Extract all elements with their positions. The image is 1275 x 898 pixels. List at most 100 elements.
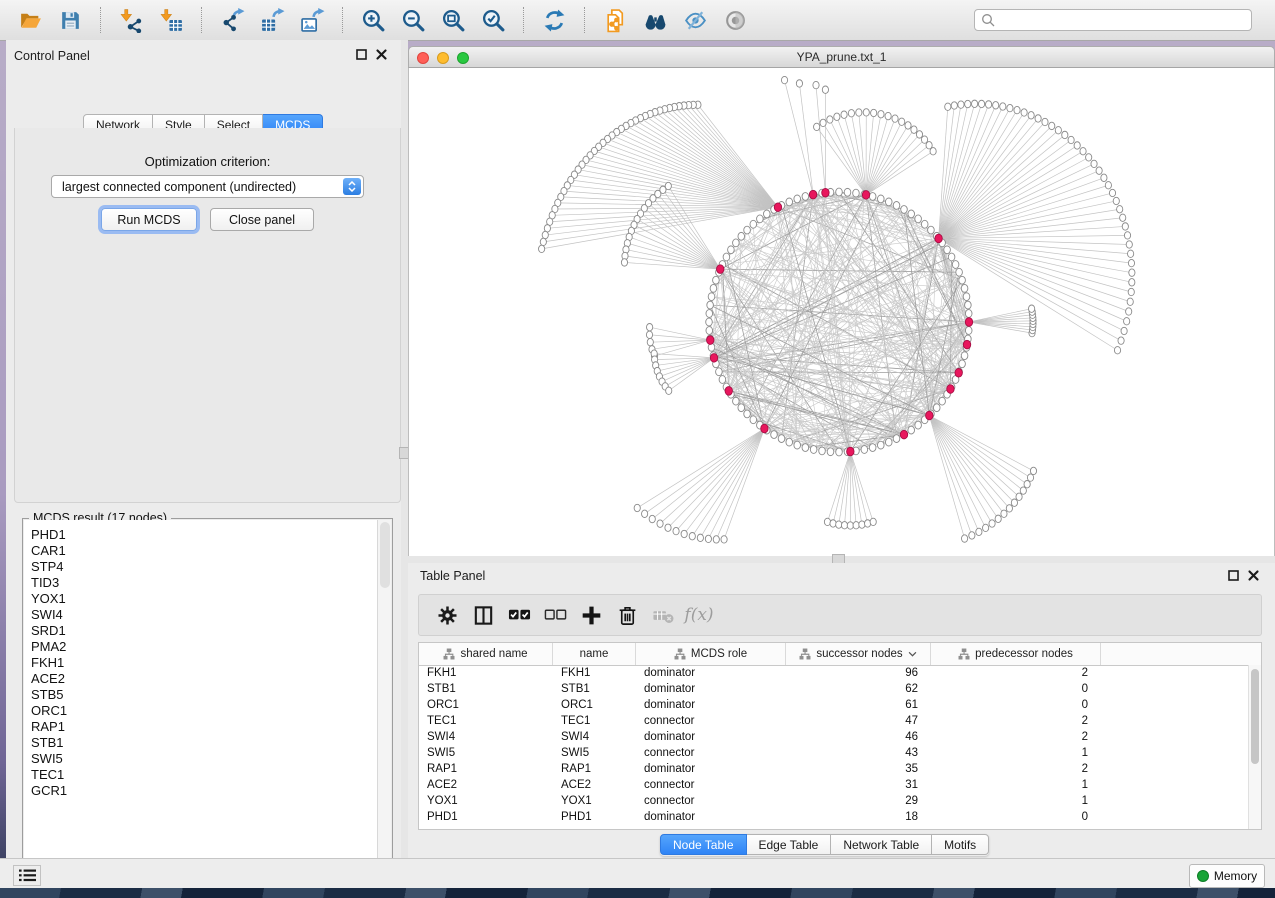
leaf-node[interactable] [1124, 318, 1130, 325]
dominator-node[interactable] [761, 424, 768, 433]
dominator-node[interactable] [774, 203, 781, 212]
leaf-node[interactable] [1086, 154, 1092, 161]
zoom-fit-button[interactable] [436, 4, 470, 36]
leaf-node[interactable] [689, 532, 695, 539]
leaf-node[interactable] [945, 103, 951, 110]
find-button[interactable] [638, 4, 672, 36]
network-node[interactable] [965, 310, 972, 318]
optimization-criterion-select[interactable]: largest connected component (undirected) [51, 175, 364, 198]
close-panel-icon[interactable] [376, 49, 387, 60]
select-all-button[interactable] [501, 598, 537, 632]
hide-graphics-details-button[interactable] [678, 4, 712, 36]
table-row[interactable]: STB1STB1dominator620 [419, 681, 1249, 697]
leaf-node[interactable] [1006, 505, 1012, 512]
show-graphics-details-button[interactable] [718, 4, 752, 36]
add-button[interactable] [573, 598, 609, 632]
mcds-result-item[interactable]: STB5 [31, 687, 377, 703]
network-node[interactable] [733, 239, 740, 247]
dominator-node[interactable] [965, 318, 972, 327]
leaf-node[interactable] [911, 126, 917, 133]
open-file-button[interactable] [13, 4, 47, 36]
network-node[interactable] [836, 448, 843, 456]
leaf-node[interactable] [830, 520, 836, 527]
leaf-node[interactable] [951, 102, 957, 109]
export-table-button[interactable] [255, 4, 289, 36]
run-mcds-button[interactable]: Run MCDS [101, 208, 197, 231]
network-node[interactable] [928, 226, 935, 234]
mcds-result-list[interactable]: PHD1CAR1STP4TID3YOX1SWI4SRD1PMA2FKH1ACE2… [24, 520, 378, 878]
network-node[interactable] [710, 284, 717, 292]
mcds-result-item[interactable]: TID3 [31, 575, 377, 591]
leaf-node[interactable] [827, 116, 833, 123]
dominator-node[interactable] [717, 265, 724, 274]
export-network-button[interactable] [215, 4, 249, 36]
leaf-node[interactable] [1128, 288, 1134, 295]
settings-button[interactable] [429, 598, 465, 632]
network-node[interactable] [771, 431, 778, 439]
table-row[interactable]: ORC1ORC1dominator610 [419, 697, 1249, 713]
horizontal-splitter[interactable] [408, 556, 1275, 563]
mcds-result-item[interactable]: STP4 [31, 559, 377, 575]
leaf-node[interactable] [796, 80, 802, 87]
dominator-node[interactable] [963, 340, 970, 349]
network-node[interactable] [728, 246, 735, 254]
mcds-result-item[interactable]: GCR1 [31, 783, 377, 799]
network-node[interactable] [893, 435, 900, 443]
leaf-node[interactable] [1129, 269, 1135, 276]
leaf-node[interactable] [647, 324, 653, 331]
network-node[interactable] [836, 188, 843, 196]
leaf-node[interactable] [870, 518, 876, 525]
leaf-node[interactable] [814, 123, 820, 130]
dominator-node[interactable] [926, 411, 933, 420]
network-node[interactable] [915, 215, 922, 223]
tab-edge-table[interactable]: Edge Table [747, 834, 832, 855]
dominator-node[interactable] [955, 368, 962, 377]
leaf-node[interactable] [853, 522, 859, 529]
leaf-node[interactable] [1117, 206, 1123, 213]
network-node[interactable] [965, 301, 972, 309]
leaf-node[interactable] [1074, 142, 1080, 149]
leaf-node[interactable] [1030, 467, 1036, 474]
network-node[interactable] [877, 195, 884, 203]
network-node[interactable] [939, 397, 946, 405]
mcds-result-item[interactable]: YOX1 [31, 591, 377, 607]
leaf-node[interactable] [976, 528, 982, 535]
leaf-node[interactable] [1122, 223, 1128, 230]
network-node[interactable] [944, 246, 951, 254]
network-node[interactable] [963, 293, 970, 301]
tab-network-table[interactable]: Network Table [831, 834, 932, 855]
mcds-list-scrollbar[interactable] [378, 520, 391, 865]
leaf-node[interactable] [1028, 112, 1034, 119]
column-header-predecessor-nodes[interactable]: predecessor nodes [931, 643, 1101, 665]
leaf-node[interactable] [847, 522, 853, 529]
leaf-node[interactable] [1126, 308, 1132, 315]
zoom-selected-button[interactable] [476, 4, 510, 36]
leaf-node[interactable] [961, 535, 967, 542]
network-node[interactable] [713, 276, 720, 284]
network-node[interactable] [778, 435, 785, 443]
leaf-node[interactable] [1021, 109, 1027, 116]
leaf-node[interactable] [878, 111, 884, 118]
leaf-node[interactable] [863, 109, 869, 116]
table-row[interactable]: ACE2ACE2connector311 [419, 777, 1249, 793]
network-node[interactable] [750, 220, 757, 228]
leaf-node[interactable] [634, 504, 640, 511]
zoom-in-button[interactable] [356, 4, 390, 36]
dominator-node[interactable] [900, 430, 907, 439]
leaf-node[interactable] [705, 535, 711, 542]
scrollbar-thumb[interactable] [1251, 669, 1259, 764]
tab-motifs[interactable]: Motifs [932, 834, 989, 855]
table-row[interactable]: SWI4SWI4dominator462 [419, 729, 1249, 745]
leaf-node[interactable] [978, 100, 984, 107]
select-stepper-icon[interactable] [343, 178, 361, 195]
leaf-node[interactable] [1105, 182, 1111, 189]
leaf-node[interactable] [1029, 305, 1035, 312]
network-node[interactable] [956, 268, 963, 276]
leaf-node[interactable] [871, 109, 877, 116]
network-node[interactable] [961, 284, 968, 292]
leaf-node[interactable] [834, 113, 840, 120]
mcds-result-item[interactable]: STB1 [31, 735, 377, 751]
leaf-node[interactable] [1126, 241, 1132, 248]
leaf-node[interactable] [969, 532, 975, 539]
dominator-node[interactable] [710, 354, 717, 363]
